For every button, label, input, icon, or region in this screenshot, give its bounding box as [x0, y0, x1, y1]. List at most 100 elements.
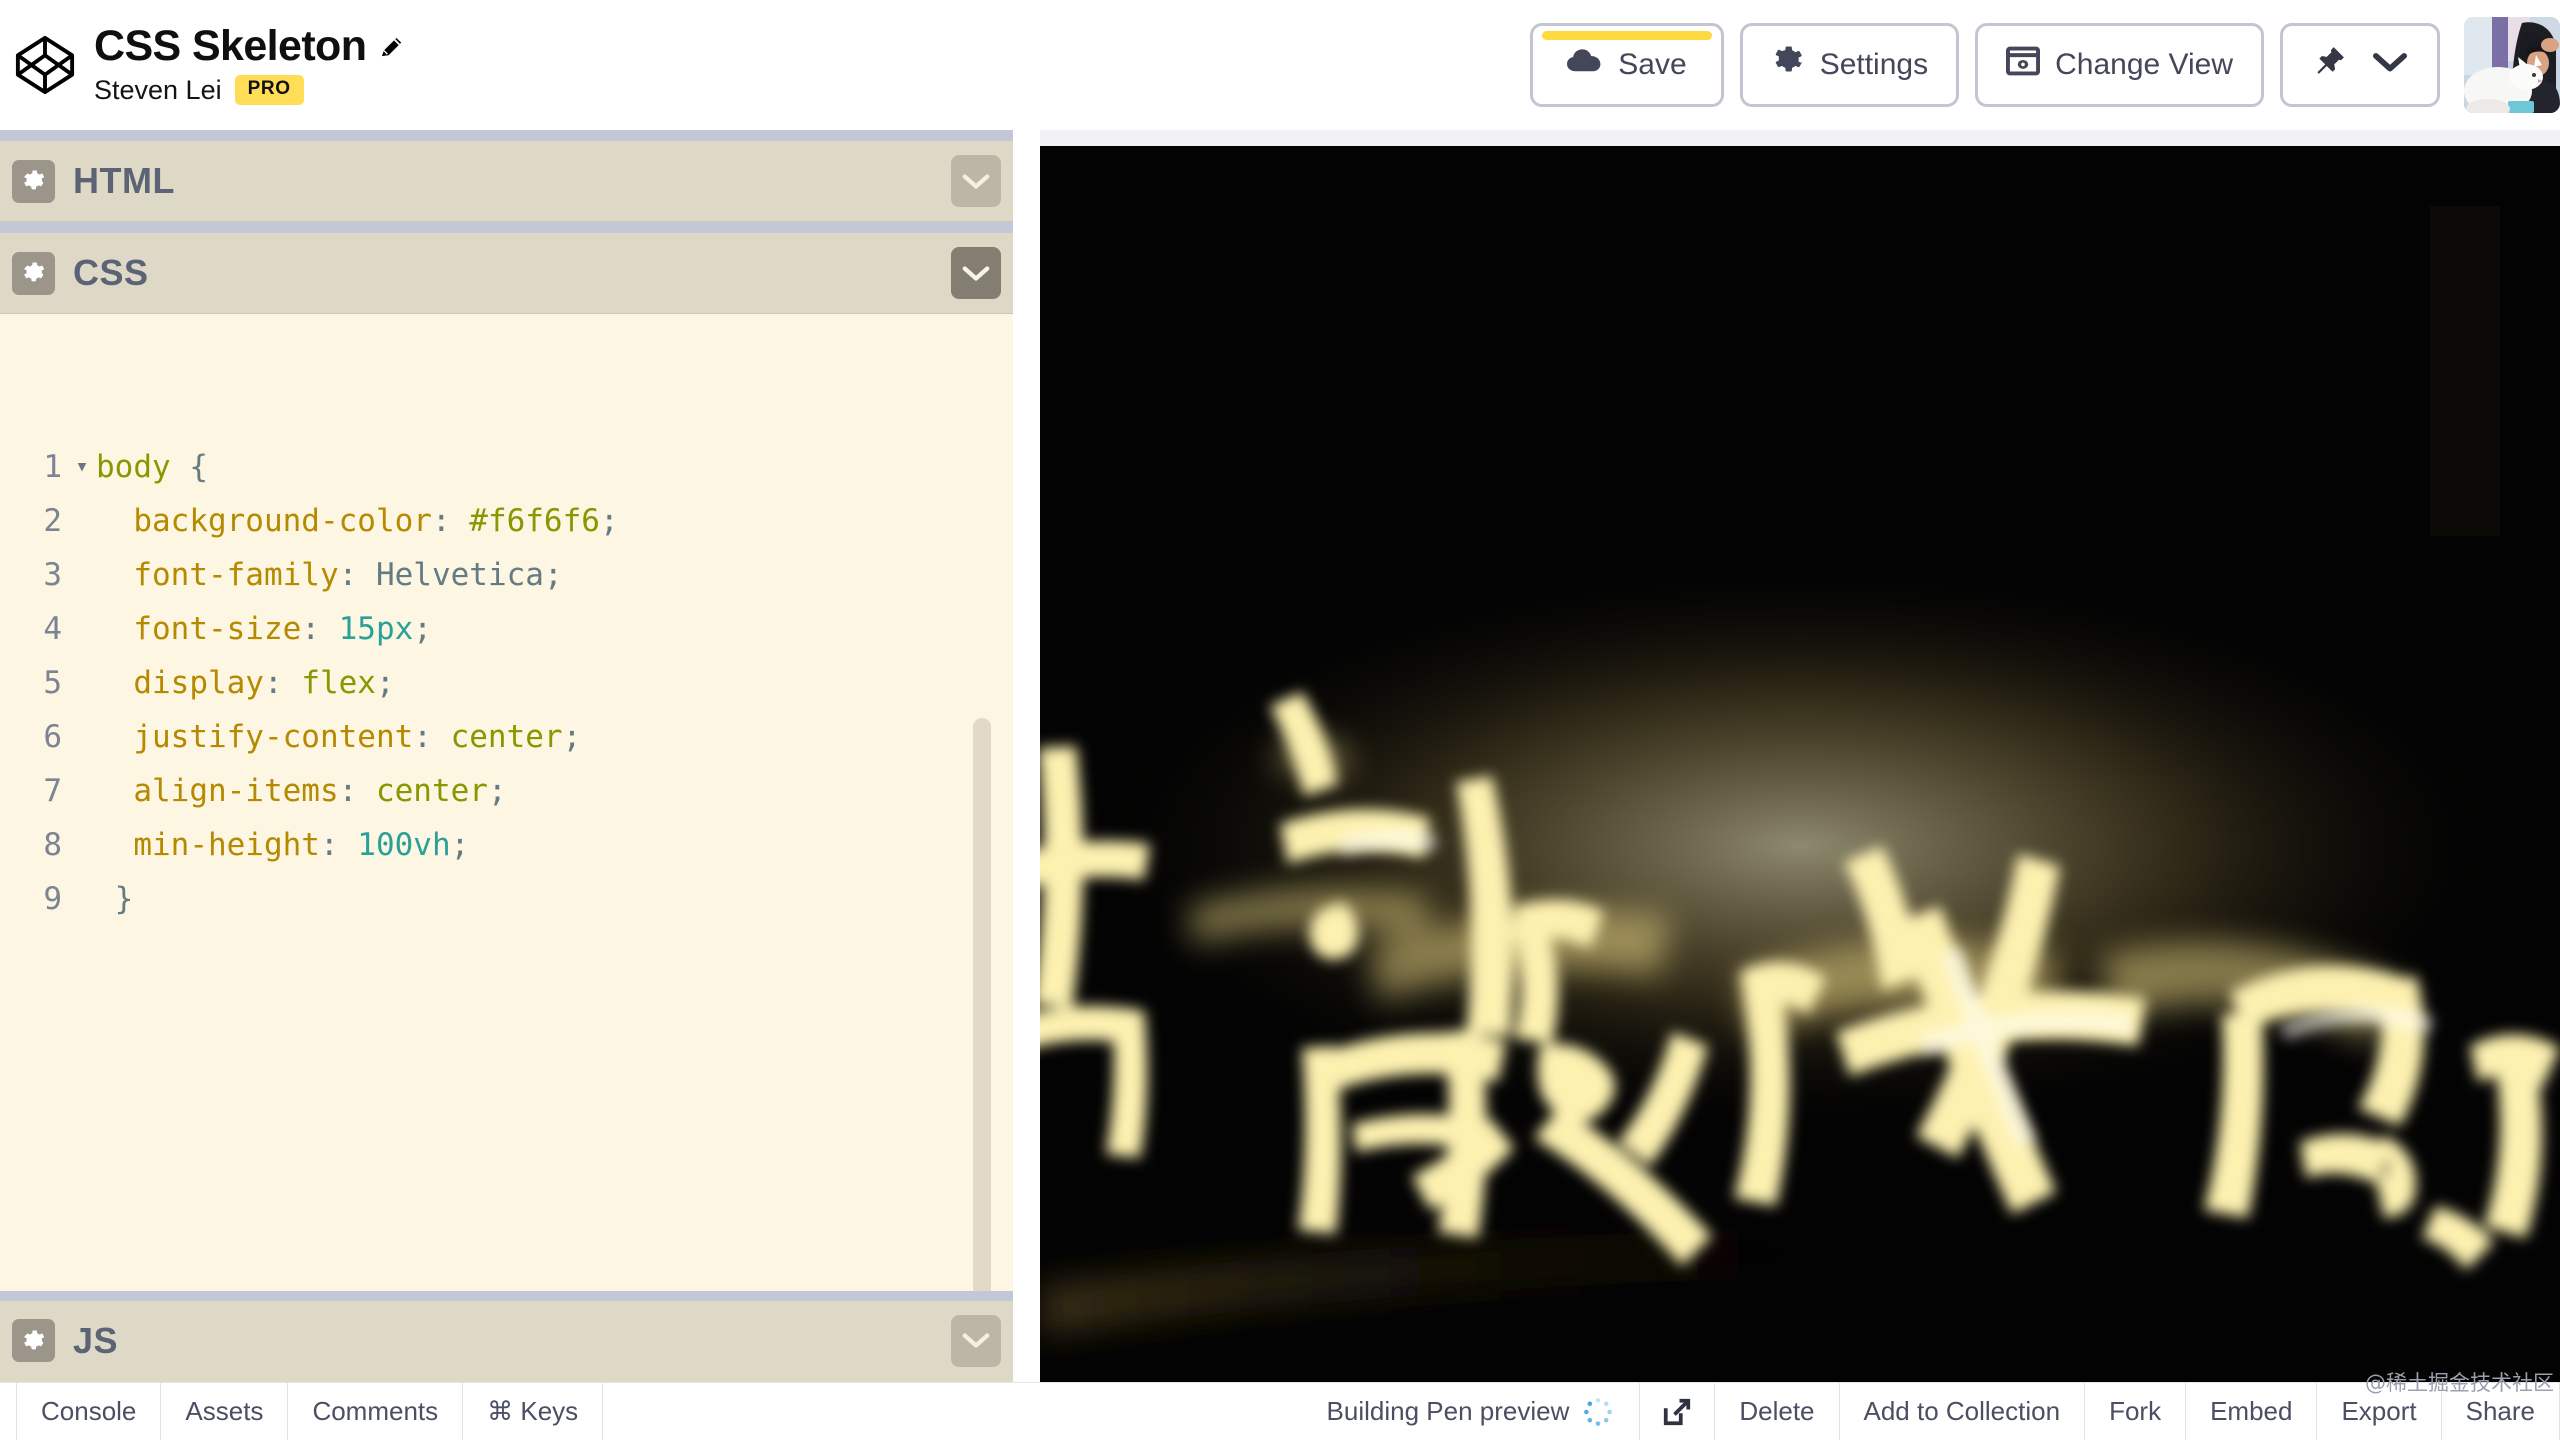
- code-token: 15px: [338, 611, 414, 647]
- pen-identity: CSS Skeleton Steven Lei PRO: [0, 24, 405, 105]
- bottom-bar-item-embed[interactable]: Embed: [2186, 1383, 2318, 1440]
- line-number: 3: [43, 557, 62, 593]
- code-line: 8 min-height: 100vh;: [0, 818, 1013, 872]
- code-token: 100vh: [357, 827, 451, 863]
- bottom-bar-right: Building Pen preview Delete Add to Colle…: [1301, 1371, 2560, 1440]
- code-text: font-family: Helvetica;: [96, 548, 1013, 602]
- pin-button[interactable]: [2280, 23, 2440, 107]
- code-line: 5 display: flex;: [0, 656, 1013, 710]
- code-token: background-color: [96, 503, 432, 539]
- line-number: 4: [43, 611, 62, 647]
- bottom-bar-item-add-to-collection[interactable]: Add to Collection: [1840, 1383, 2086, 1440]
- bottom-bar-item-export[interactable]: Export: [2317, 1383, 2442, 1440]
- code-editor[interactable]: 1 ▾ body {2 background-color: #f6f6f6; 3 fo…: [0, 422, 1013, 1437]
- author-row: Steven Lei PRO: [94, 75, 405, 106]
- bottom-bar: Console Assets Comments ⌘ Keys Building Pen…: [0, 1371, 2560, 1440]
- fold-toggle-icon[interactable]: ▾: [68, 440, 96, 494]
- chevron-down-icon[interactable]: [951, 247, 1001, 299]
- change-view-button[interactable]: Change View: [1975, 23, 2264, 107]
- code-token: :: [263, 665, 302, 701]
- code-token: :: [319, 827, 358, 863]
- editor-panel-js[interactable]: JS: [0, 1301, 1013, 1382]
- line-number: 7: [43, 773, 62, 809]
- line-number: 5: [43, 665, 62, 701]
- gear-icon[interactable]: [12, 159, 55, 203]
- editor-panel-label-js: JS: [73, 1319, 119, 1361]
- author-name[interactable]: Steven Lei: [94, 75, 222, 106]
- code-token: font-size: [96, 611, 302, 647]
- gear-icon: [1771, 44, 1805, 86]
- settings-button[interactable]: Settings: [1739, 23, 1960, 107]
- loading-spinner-icon: [1583, 1397, 1613, 1427]
- editor-panel-label-html: HTML: [73, 160, 175, 201]
- code-token: :: [431, 503, 470, 539]
- code-text: min-height: 100vh;: [96, 818, 1013, 872]
- editor-rail-js: [0, 1291, 1013, 1301]
- code-token: :: [338, 773, 376, 809]
- code-token: :: [338, 557, 376, 593]
- line-number: 6: [43, 719, 62, 755]
- code-line: 1 ▾ body {: [0, 440, 1013, 494]
- bottom-bar-item-console[interactable]: Console: [16, 1383, 162, 1440]
- code-token: Helvetica: [375, 557, 544, 593]
- title-row: CSS Skeleton: [94, 24, 405, 69]
- bottom-bar-item-fork[interactable]: Fork: [2085, 1383, 2187, 1440]
- code-token: center: [450, 719, 563, 755]
- code-text: display: flex;: [96, 656, 1013, 710]
- chevron-down-icon[interactable]: [951, 155, 1001, 207]
- code-token: ;: [450, 827, 470, 863]
- cloud-icon: [1567, 48, 1603, 82]
- code-token: ;: [543, 557, 563, 593]
- code-line: 2 background-color: #f6f6f6;: [0, 494, 1013, 548]
- code-token: flex: [301, 665, 376, 701]
- avatar[interactable]: [2464, 17, 2560, 113]
- editor-rail-css: [0, 222, 1013, 233]
- page-title: CSS Skeleton: [94, 22, 367, 71]
- chevron-down-icon[interactable]: [951, 1314, 1001, 1367]
- code-line: 6 justify-content: center;: [0, 710, 1013, 764]
- status-badge: PRO: [234, 75, 304, 105]
- status-text-wrap: Building Pen preview: [1301, 1383, 1641, 1440]
- code-line: 3 font-family: Helvetica;: [0, 548, 1013, 602]
- save-button-label: Save: [1618, 48, 1687, 81]
- top-bar: CSS Skeleton Steven Lei PRO Save Setting…: [0, 0, 2560, 130]
- build-status-text: Building Pen preview: [1326, 1396, 1570, 1426]
- pin-icon: [2313, 44, 2347, 86]
- save-button[interactable]: Save: [1530, 23, 1724, 107]
- bottom-bar-item-keys[interactable]: ⌘ Keys: [463, 1383, 604, 1440]
- code-token: :: [413, 719, 451, 755]
- bottom-bar-item-share[interactable]: Share: [2442, 1383, 2560, 1440]
- code-text: }: [96, 872, 1013, 926]
- editor-column: HTML CSS 1 ▾ body {2 background-color: #f6…: [0, 130, 1013, 1437]
- bottom-bar-left: Console Assets Comments ⌘ Keys: [16, 1383, 604, 1440]
- editor-panel-label-css: CSS: [73, 252, 149, 293]
- pencil-icon[interactable]: [378, 33, 405, 60]
- bottom-bar-item-comments[interactable]: Comments: [288, 1383, 464, 1440]
- code-text: font-size: 15px;: [96, 602, 1013, 656]
- topbar-actions: Save Settings Change View: [1530, 0, 2560, 130]
- identity-text: CSS Skeleton Steven Lei PRO: [94, 24, 405, 105]
- gear-icon[interactable]: [12, 251, 55, 295]
- code-token: {: [189, 449, 208, 485]
- gear-icon[interactable]: [12, 1319, 55, 1362]
- code-token: ;: [599, 503, 619, 539]
- bottom-bar-item-assets[interactable]: Assets: [161, 1383, 289, 1440]
- code-token: ;: [375, 665, 395, 701]
- save-accent-bar: [1542, 31, 1712, 40]
- code-line: 4 font-size: 15px;: [0, 602, 1013, 656]
- editor-panel-html[interactable]: HTML: [0, 141, 1013, 222]
- editor-panel-css[interactable]: CSS: [0, 233, 1013, 314]
- code-text: justify-content: center;: [96, 710, 1013, 764]
- editor-top-rail: [0, 130, 1013, 141]
- code-token: :: [301, 611, 339, 647]
- external-link-icon[interactable]: [1640, 1383, 1716, 1440]
- bottom-bar-item-delete[interactable]: Delete: [1715, 1383, 1840, 1440]
- code-token: align-items: [96, 773, 339, 809]
- codepen-logo-icon[interactable]: [14, 34, 76, 96]
- line-number: 9: [43, 881, 62, 917]
- code-line: 7 align-items: center;: [0, 764, 1013, 818]
- preview-pane[interactable]: [1040, 130, 2560, 1382]
- line-number: 8: [43, 827, 62, 863]
- preview-photo: [1040, 146, 2560, 1382]
- view-window-icon: [2006, 46, 2041, 84]
